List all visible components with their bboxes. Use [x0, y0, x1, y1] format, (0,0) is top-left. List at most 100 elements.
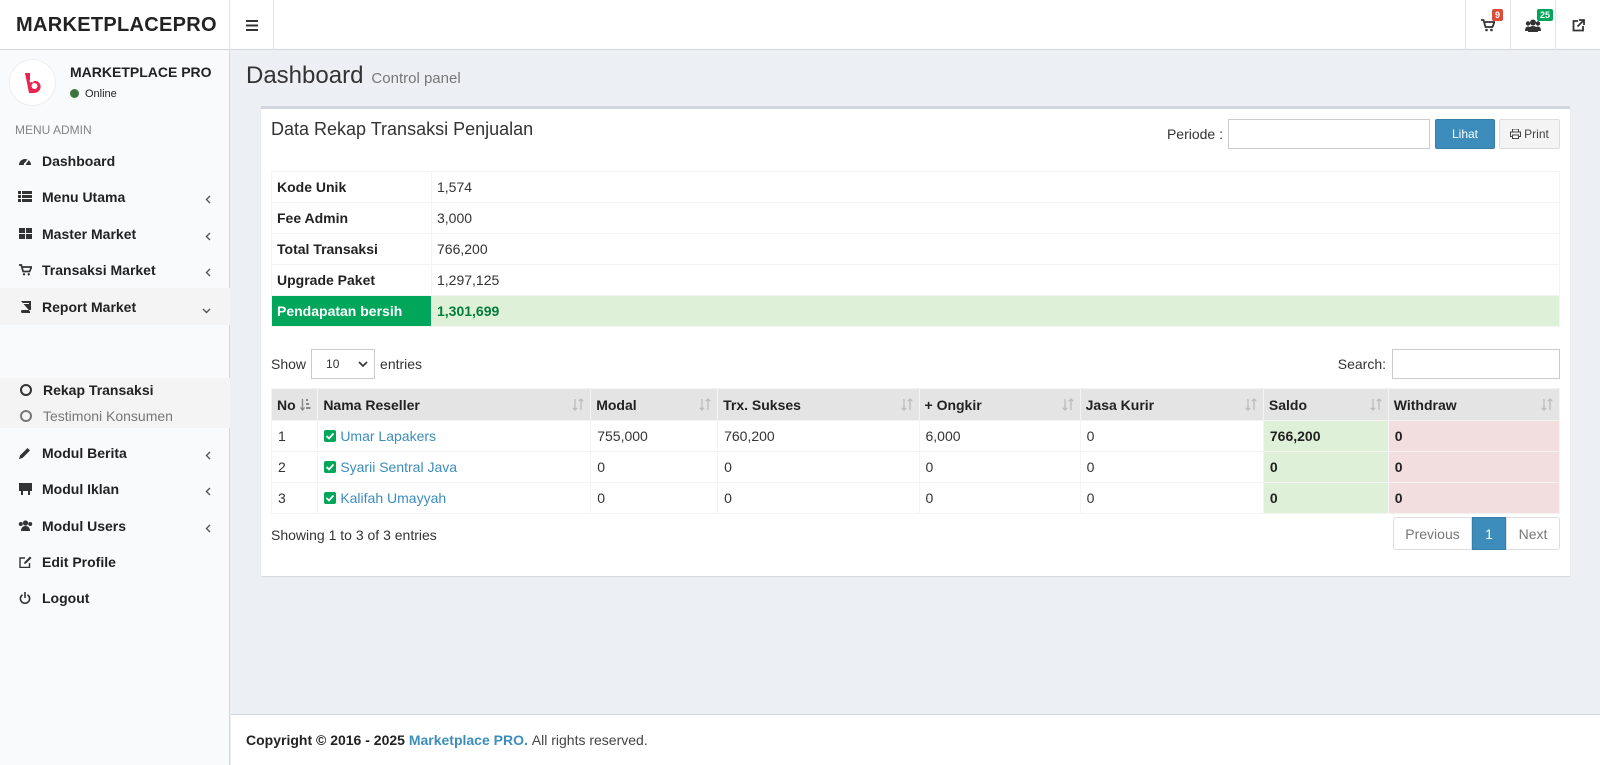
cart-notification-button[interactable]: 9 [1465, 0, 1510, 50]
power-icon [17, 591, 33, 604]
summary-key: Upgrade Paket [271, 264, 432, 296]
sidebar-toggle-button[interactable] [230, 0, 274, 50]
lihat-button[interactable]: Lihat [1435, 119, 1495, 149]
sort-icon [1541, 398, 1553, 414]
summary-row: Fee Admin 3,000 [271, 202, 1560, 234]
page-1-button[interactable]: 1 [1472, 517, 1506, 550]
footer-copyright: Copyright © 2016 - 2025 [246, 732, 405, 748]
periode-filter: Periode : Lihat Print [1167, 119, 1560, 149]
cell-jasa-kurir: 0 [1079, 420, 1264, 452]
cell-withdraw: 0 [1387, 482, 1561, 514]
previous-page-button[interactable]: Previous [1393, 517, 1472, 550]
table-search: Search: [1338, 349, 1560, 379]
circle-icon [20, 410, 32, 422]
sidebar-item-label: Modul Berita [42, 444, 127, 461]
sidebar-item-dashboard[interactable]: Dashboard [0, 142, 230, 179]
table-header-row: No Nama Reseller Modal Trx. Sukses + Ong… [270, 388, 1561, 421]
user-panel: MARKETPLACE PRO Online [10, 58, 225, 108]
cell-trx-sukses: 0 [717, 482, 920, 514]
sidebar-item-modul-users[interactable]: Modul Users [0, 507, 230, 544]
sidebar-item-label: Dashboard [42, 152, 116, 169]
sort-icon [1245, 398, 1257, 414]
reseller-table: No Nama Reseller Modal Trx. Sukses + Ong… [270, 388, 1561, 514]
sidebar-item-menu-utama[interactable]: Menu Utama [0, 178, 230, 215]
cell-withdraw: 0 [1387, 420, 1561, 452]
column-header-modal[interactable]: Modal [590, 388, 719, 421]
rekap-box: Data Rekap Transaksi Penjualan Periode :… [261, 106, 1570, 576]
users-notification-button[interactable]: 25 [1510, 0, 1555, 50]
cell-modal: 0 [590, 482, 719, 514]
summary-table: Kode Unik 1,574 Fee Admin 3,000 Total Tran… [271, 171, 1560, 327]
sort-asc-icon [300, 398, 311, 414]
column-header-jasa-kurir[interactable]: Jasa Kurir [1079, 388, 1264, 421]
footer-brand-link[interactable]: Marketplace PRO. [409, 732, 528, 748]
submenu-item-rekap-transaksi[interactable]: Rekap Transaksi [20, 378, 154, 402]
external-link-button[interactable] [1555, 0, 1600, 50]
column-header-saldo[interactable]: Saldo [1262, 388, 1389, 421]
show-label: Show [271, 356, 307, 372]
users-count-badge: 25 [1537, 9, 1554, 21]
column-header-withdraw[interactable]: Withdraw [1387, 388, 1561, 421]
page-size-select[interactable]: 10 [311, 349, 376, 379]
chevron-left-icon [205, 264, 211, 280]
column-header-no[interactable]: No [270, 388, 319, 421]
chevron-left-icon [205, 483, 211, 499]
cell-no: 3 [270, 482, 319, 514]
reseller-link[interactable]: Kalifah Umayyah [340, 490, 446, 506]
reseller-link[interactable]: Syarii Sentral Java [340, 459, 457, 475]
summary-value: 1,301,699 [431, 295, 1560, 327]
sidebar-item-label: Menu Utama [42, 188, 126, 205]
reseller-link[interactable]: Umar Lapakers [340, 428, 436, 444]
summary-key: Kode Unik [271, 171, 432, 203]
summary-row: Kode Unik 1,574 [271, 171, 1560, 203]
search-input[interactable] [1392, 349, 1560, 379]
cell-saldo: 0 [1262, 451, 1389, 483]
cell-saldo: 0 [1262, 482, 1389, 514]
sidebar-item-label: Transaksi Market [42, 261, 156, 278]
table-row: 1 Umar Lapakers 755,000 760,200 6,000 0 … [270, 420, 1561, 452]
sort-icon [900, 398, 913, 414]
page-title: Dashboard [246, 62, 364, 89]
cell-no: 1 [270, 420, 319, 452]
periode-label: Periode : [1166, 126, 1223, 142]
summary-key: Fee Admin [271, 202, 432, 234]
cell-trx-sukses: 760,200 [717, 420, 920, 452]
print-button[interactable]: Print [1499, 119, 1560, 149]
cell-ongkir: 0 [918, 451, 1081, 483]
pagination-info: Showing 1 to 3 of 3 entries [271, 527, 437, 543]
column-header-nama-reseller[interactable]: Nama Reseller [317, 388, 592, 421]
check-square-icon [324, 461, 337, 473]
summary-row: Upgrade Paket 1,297,125 [271, 264, 1560, 296]
next-page-button[interactable]: Next [1506, 517, 1560, 550]
book-icon [17, 300, 33, 313]
menu-header: MENU ADMIN [15, 123, 92, 137]
sidebar-item-logout[interactable]: Logout [0, 579, 230, 616]
sidebar-item-edit-profile[interactable]: Edit Profile [0, 543, 230, 580]
cart-count-badge: 9 [1492, 9, 1504, 21]
submenu-item-label: Rekap Transaksi [43, 382, 154, 398]
pencil-icon [17, 447, 33, 459]
submenu-item-testimoni-konsumen[interactable]: Testimoni Konsumen [20, 404, 173, 428]
sidebar-item-modul-iklan[interactable]: Modul Iklan [0, 470, 230, 507]
sidebar: MARKETPLACE PRO Online MENU ADMIN Dashbo… [0, 50, 230, 765]
check-square-icon [324, 492, 337, 504]
sort-icon [1061, 398, 1074, 414]
page-size-value: 10 [326, 357, 340, 371]
user-name: MARKETPLACE PRO [70, 64, 212, 80]
print-icon [1510, 129, 1522, 139]
periode-input[interactable] [1228, 119, 1430, 149]
submenu-item-label: Testimoni Konsumen [43, 408, 173, 424]
sidebar-item-transaksi-market[interactable]: Transaksi Market [0, 251, 230, 288]
sidebar-item-modul-berita[interactable]: Modul Berita [0, 434, 230, 471]
cell-modal: 755,000 [590, 420, 719, 452]
column-header-trx-sukses[interactable]: Trx. Sukses [717, 388, 920, 421]
summary-value: 1,297,125 [431, 264, 1560, 296]
sidebar-item-report-market[interactable]: Report Market [0, 288, 230, 325]
sidebar-item-master-market[interactable]: Master Market [0, 215, 230, 252]
sidebar-item-label: Modul Iklan [42, 480, 119, 497]
app-logo[interactable]: MARKETPLACEPRO [0, 0, 230, 50]
search-label: Search: [1337, 356, 1386, 372]
cell-jasa-kurir: 0 [1079, 451, 1264, 483]
column-header-ongkir[interactable]: + Ongkir [918, 388, 1081, 421]
sidebar-item-label: Master Market [42, 225, 137, 242]
